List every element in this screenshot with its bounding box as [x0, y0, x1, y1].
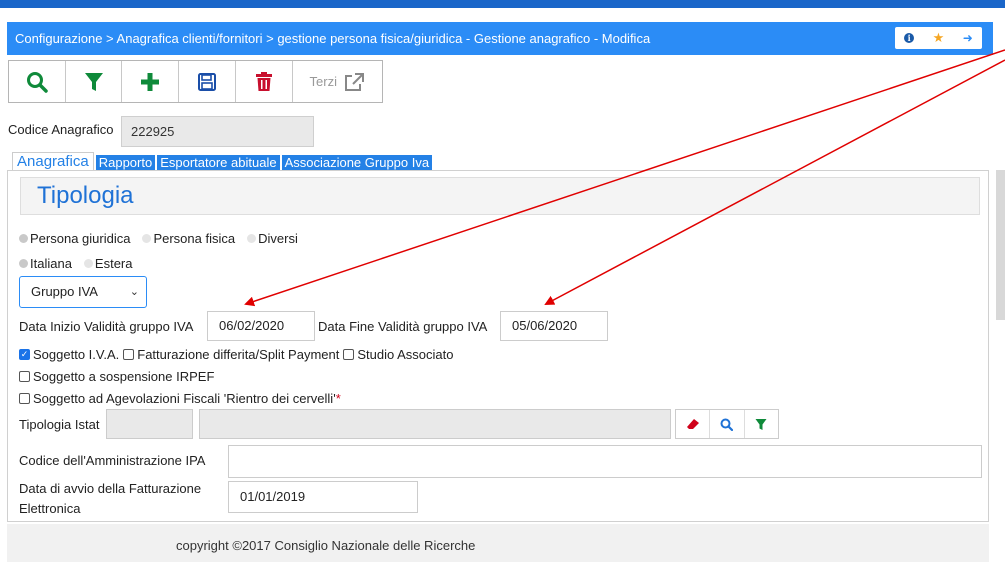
annotation-arrow-start-date: [244, 49, 1005, 307]
annotation-arrow-end-date: [544, 59, 1005, 305]
annotation-arrows: [244, 49, 1005, 307]
